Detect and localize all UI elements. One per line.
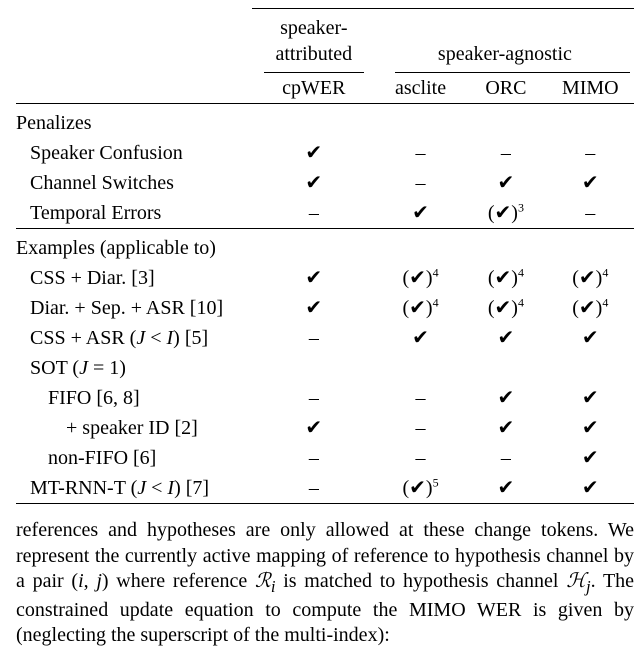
cell-cp: ✔ [252,263,376,293]
col-cpwer: cpWER [252,73,376,104]
cell-asc: ✔ [376,323,465,353]
table-row: FIFO [6, 8] – – ✔ ✔ [16,383,634,413]
cell-asc: – [376,413,465,443]
table-row: SOT (J = 1) [16,353,634,383]
cell-orc: – [465,138,546,168]
row-label: MT-RNN-T (J < I) [7] [16,473,252,504]
cell-asc: (✔)4 [376,263,465,293]
row-label: + speaker ID [2] [16,413,252,443]
table-row: Speaker Confusion ✔ – – – [16,138,634,168]
cell-cp: – [252,198,376,229]
section-examples: Examples (applicable to) [16,233,252,263]
table-row: CSS + Diar. [3] ✔ (✔)4 (✔)4 (✔)4 [16,263,634,293]
cell-cp: ✔ [252,168,376,198]
col-mimo: MIMO [547,73,634,104]
table-row: non-FIFO [6] – – – ✔ [16,443,634,473]
row-label: Diar. + Sep. + ASR [10] [16,293,252,323]
cell-orc: ✔ [465,413,546,443]
cell-cp: – [252,473,376,504]
cell-mimo [547,353,634,383]
cell-mimo: ✔ [547,413,634,443]
cell-mimo: ✔ [547,323,634,353]
cell-cp: – [252,443,376,473]
table-row: CSS + ASR (J < I) [5] – ✔ ✔ ✔ [16,323,634,353]
col-orc: ORC [465,73,546,104]
body-paragraph: references and hypotheses are only allow… [16,518,634,649]
table-row: Diar. + Sep. + ASR [10] ✔ (✔)4 (✔)4 (✔)4 [16,293,634,323]
cell-orc: ✔ [465,323,546,353]
row-label: non-FIFO [6] [16,443,252,473]
cell-orc: – [465,443,546,473]
cell-asc: – [376,443,465,473]
cell-mimo: – [547,198,634,229]
row-label: FIFO [6, 8] [16,383,252,413]
table-row: MT-RNN-T (J < I) [7] – (✔)5 ✔ ✔ [16,473,634,504]
cell-mimo: ✔ [547,443,634,473]
cell-cp: ✔ [252,293,376,323]
cell-asc: – [376,168,465,198]
row-label: CSS + Diar. [3] [16,263,252,293]
cell-orc: ✔ [465,473,546,504]
cell-asc: – [376,138,465,168]
cell-orc [465,353,546,383]
cell-cp: ✔ [252,138,376,168]
header-group-speaker-agnostic: speaker-agnostic [376,13,634,69]
col-asclite: asclite [376,73,465,104]
row-label: Channel Switches [16,168,252,198]
row-label: CSS + ASR (J < I) [5] [16,323,252,353]
row-label: SOT (J = 1) [16,353,252,383]
metrics-table: speaker-attributed speaker-agnostic cpWE… [16,8,634,508]
cell-asc [376,353,465,383]
row-label: Temporal Errors [16,198,252,229]
cell-asc: (✔)5 [376,473,465,504]
cell-cp: – [252,383,376,413]
cell-cp: ✔ [252,413,376,443]
cell-mimo: ✔ [547,473,634,504]
cell-orc: (✔)4 [465,263,546,293]
cell-asc: ✔ [376,198,465,229]
cell-mimo: ✔ [547,383,634,413]
header-group-speaker-attributed: speaker-attributed [252,13,376,69]
cell-cp [252,353,376,383]
cell-asc: (✔)4 [376,293,465,323]
cell-mimo: (✔)4 [547,293,634,323]
cell-orc: ✔ [465,168,546,198]
cell-orc: ✔ [465,383,546,413]
row-label: Speaker Confusion [16,138,252,168]
cell-cp: – [252,323,376,353]
cell-mimo: ✔ [547,168,634,198]
cell-mimo: (✔)4 [547,263,634,293]
cell-orc: (✔)3 [465,198,546,229]
section-penalizes: Penalizes [16,108,252,138]
cell-orc: (✔)4 [465,293,546,323]
table-row: + speaker ID [2] ✔ – ✔ ✔ [16,413,634,443]
table-row: Temporal Errors – ✔ (✔)3 – [16,198,634,229]
table-row: Channel Switches ✔ – ✔ ✔ [16,168,634,198]
cell-mimo: – [547,138,634,168]
cell-asc: – [376,383,465,413]
